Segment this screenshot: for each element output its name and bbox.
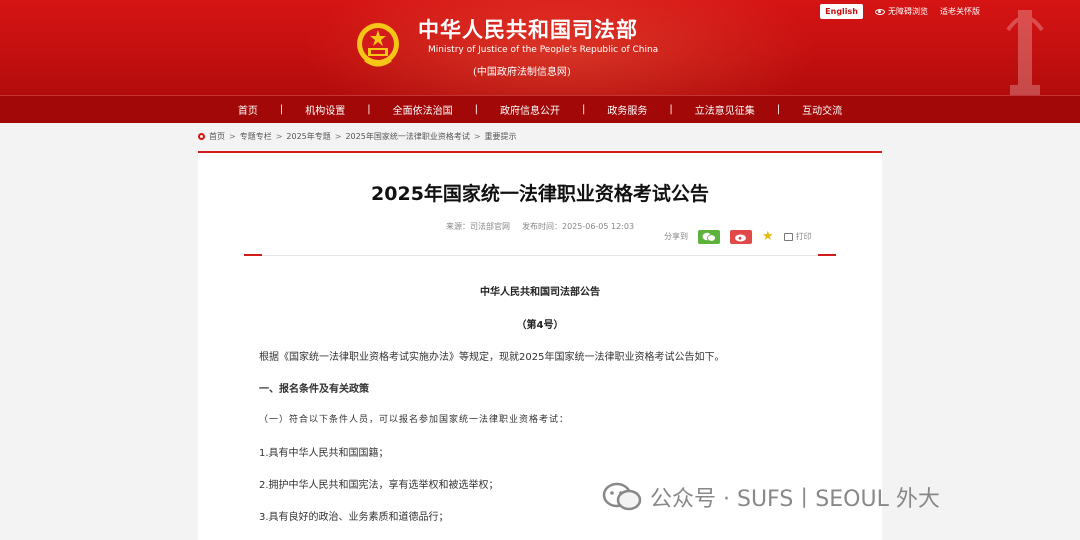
share-label: 分享到 [664,232,688,241]
article-meta: 来源：司法部官网 发布时间：2025-06-05 12:03 [446,221,634,232]
breadcrumb-separator: > [275,132,283,141]
weibo-share-button[interactable] [730,229,752,244]
breadcrumb: 首页 > 专题专栏 > 2025年专题 > 2025年国家统一法律职业资格考试 … [198,131,517,142]
english-button[interactable]: English [820,4,863,19]
weibo-icon [735,234,746,241]
list-item: 1.具有中华人民共和国国籍； [259,448,389,459]
nav-item-gov-info[interactable]: 政府信息公开 [478,102,582,117]
notice-number: （第4号） [516,320,564,331]
site-title: 中华人民共和国司法部 [418,17,638,42]
nav-item-legislation[interactable]: 立法意见征集 [673,102,777,117]
accessibility-label: 无障碍浏览 [888,7,928,16]
nav-item-organization[interactable]: 机构设置 [283,102,367,117]
elderly-mode-link[interactable]: 适老关怀版 [940,6,980,17]
watermark: 公众号 · SUFS丨SEOUL 外大 [602,481,940,513]
accessibility-link[interactable]: 无障碍浏览 [875,6,928,17]
nav-item-services[interactable]: 政务服务 [585,102,669,117]
breadcrumb-item[interactable]: 首页 [209,131,225,142]
article-date: 发布时间：2025-06-05 12:03 [522,222,635,231]
share-bar: 分享到 ★ 打印 [664,229,812,244]
print-label: 打印 [795,232,812,241]
breadcrumb-item[interactable]: 2025年专题 [286,131,330,142]
main-nav: 首页 | 机构设置 | 全面依法治国 | 政府信息公开 | 政务服务 | 立法意… [0,95,1080,123]
breadcrumb-item[interactable]: 重要提示 [485,131,517,142]
breadcrumb-item[interactable]: 专题专栏 [240,131,272,142]
nav-item-interaction[interactable]: 互动交流 [780,102,864,117]
location-icon [198,133,205,140]
top-links: English 无障碍浏览 适老关怀版 [820,4,980,19]
article-source: 来源：司法部官网 [446,222,510,231]
print-button[interactable]: 打印 [783,231,812,242]
breadcrumb-separator: > [473,132,481,141]
site-subtitle: Ministry of Justice of the People's Repu… [428,45,659,55]
nav-item-rule-of-law[interactable]: 全面依法治国 [371,102,475,117]
breadcrumb-item[interactable]: 2025年国家统一法律职业资格考试 [345,131,469,142]
favorite-star-icon[interactable]: ★ [762,229,774,244]
breadcrumb-separator: > [334,132,342,141]
notice-title: 中华人民共和国司法部公告 [480,287,600,298]
breadcrumb-separator: > [229,132,236,141]
site-tag: (中国政府法制信息网) [473,67,571,78]
title-divider [244,254,836,256]
wechat-share-button[interactable] [698,229,720,244]
wechat-icon [702,232,716,242]
monument-image [1006,10,1044,95]
site-header: 中华人民共和国司法部 Ministry of Justice of the Pe… [0,0,1080,95]
printer-icon [783,232,793,241]
national-emblem-icon [357,23,399,67]
page: 中华人民共和国司法部 Ministry of Justice of the Pe… [0,0,1080,540]
subsection-paragraph: （一）符合以下条件人员，可以报名参加国家统一法律职业资格考试： [259,415,570,425]
intro-paragraph: 根据《国家统一法律职业资格考试实施办法》等规定，现就2025年国家统一法律职业资… [259,352,725,363]
wechat-icon [602,482,642,511]
article-title: 2025年国家统一法律职业资格考试公告 [371,183,709,205]
eye-icon [875,8,885,15]
nav-item-home[interactable]: 首页 [216,102,280,117]
watermark-text: 公众号 · SUFS丨SEOUL 外大 [650,487,940,512]
section-heading: 一、报名条件及有关政策 [259,384,369,395]
